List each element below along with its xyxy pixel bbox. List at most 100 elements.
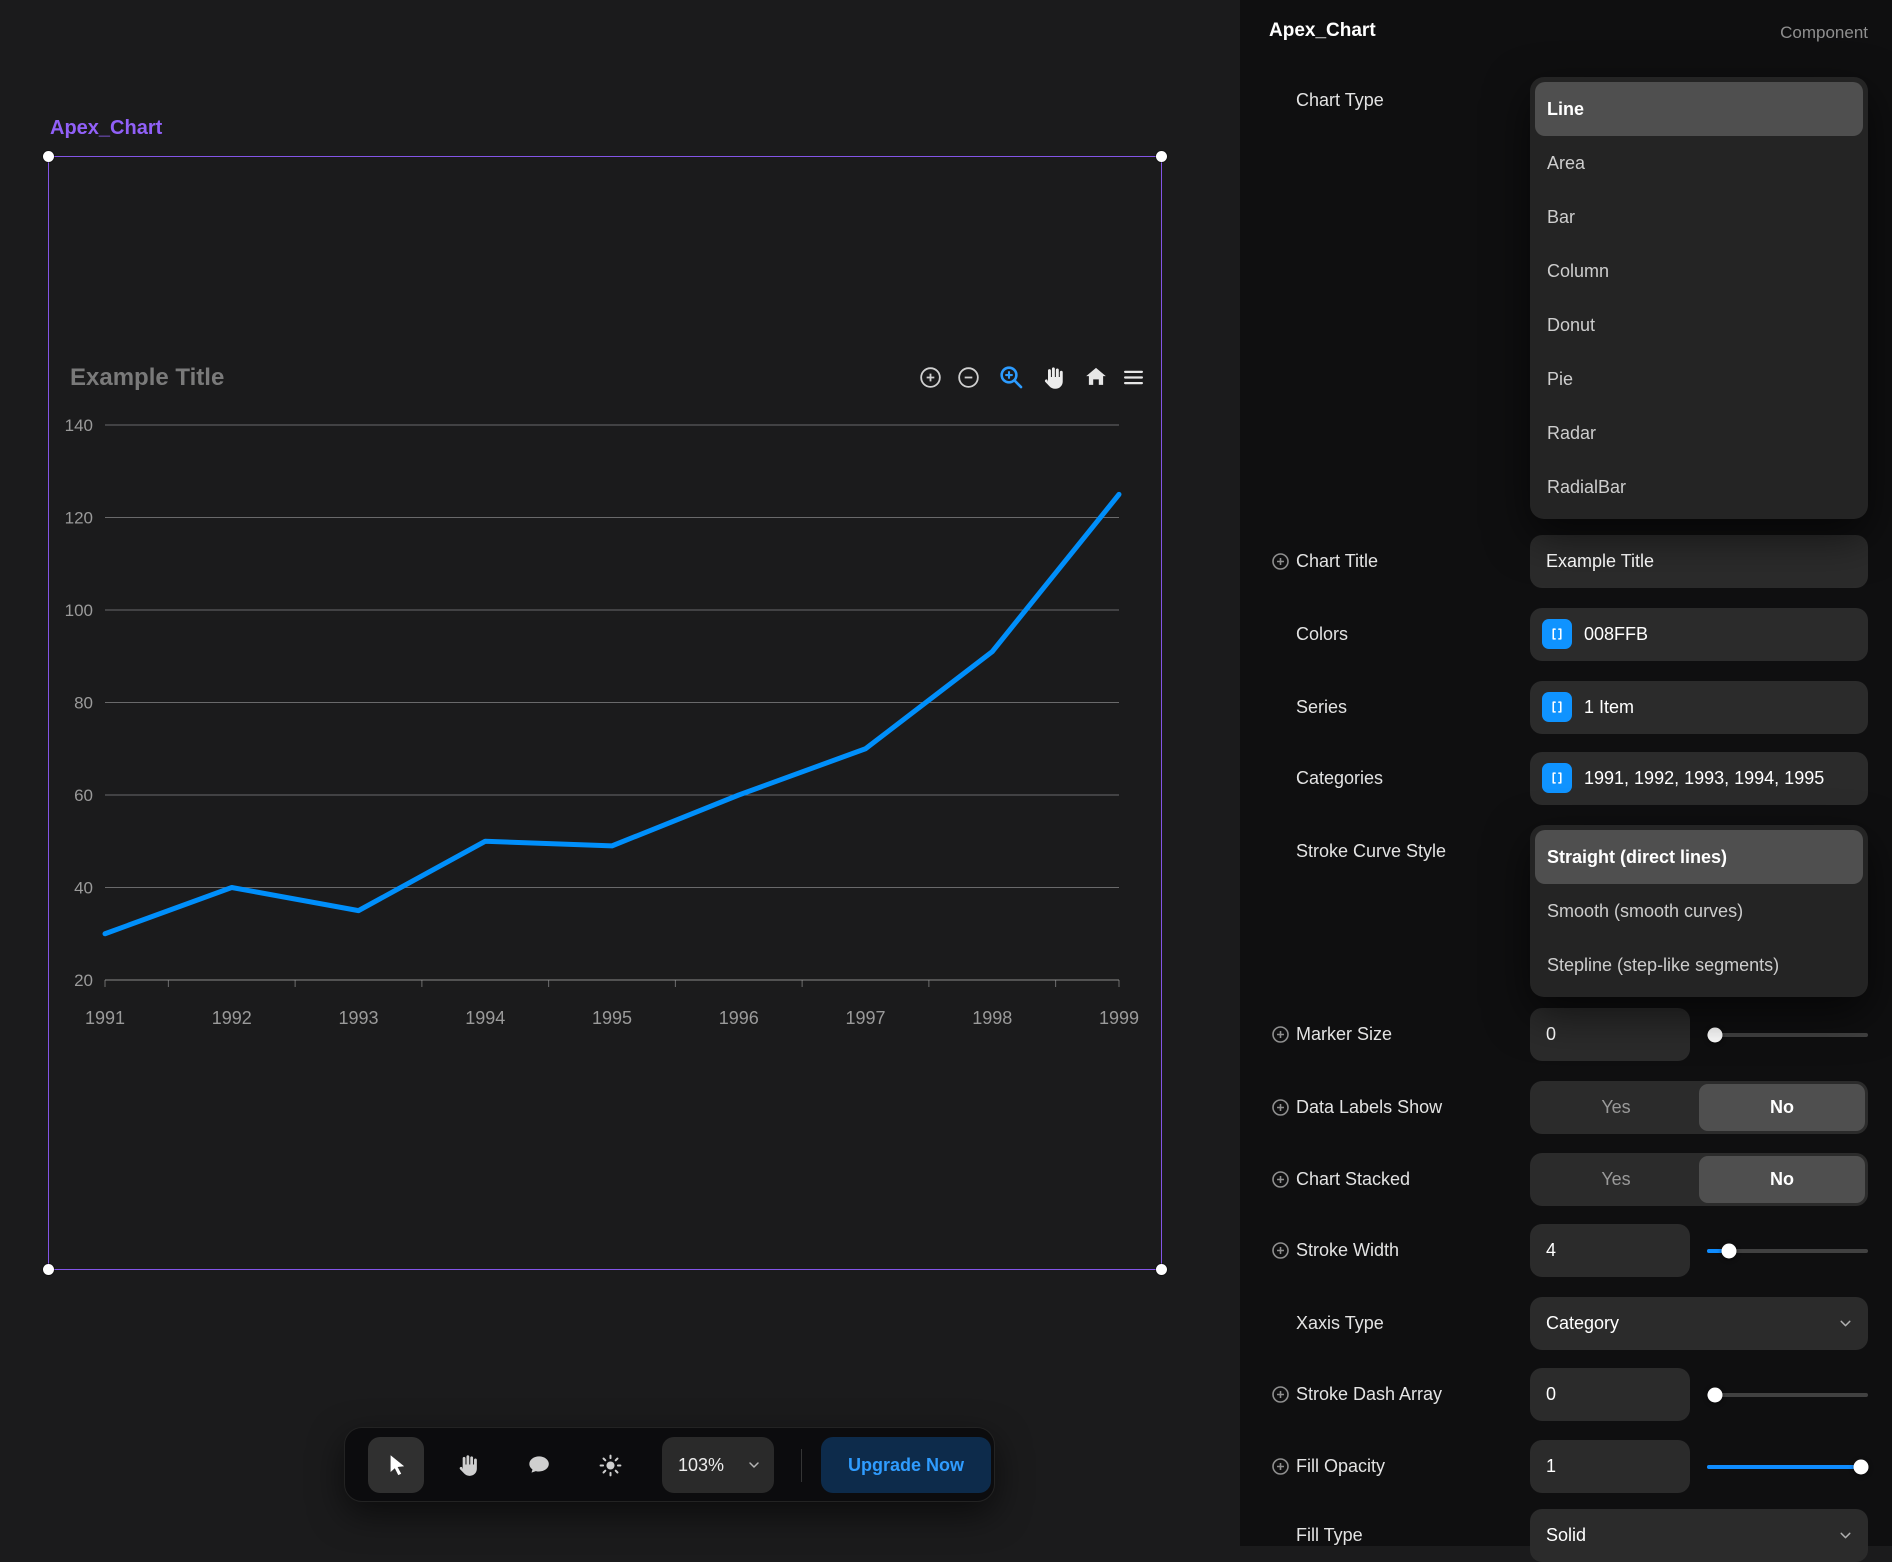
stroke-width-input[interactable]: 4	[1530, 1224, 1690, 1277]
colors-array-control[interactable]: 008FFB	[1530, 608, 1868, 661]
xaxis-type-row: Xaxis Type Category	[1240, 1297, 1892, 1350]
array-icon	[1542, 763, 1572, 793]
apex-chart-component-frame[interactable]: 1401201008060402019911992199319941995199…	[48, 156, 1162, 1270]
slider-track[interactable]	[1707, 1393, 1868, 1397]
add-override-icon[interactable]	[1271, 1098, 1290, 1117]
series-label: Series	[1296, 681, 1347, 734]
y-axis-label: 40	[74, 879, 93, 898]
fill-opacity-input[interactable]: 1	[1530, 1440, 1690, 1493]
chart-type-option[interactable]: Line	[1535, 82, 1863, 136]
stroke-curve-option[interactable]: Smooth (smooth curves)	[1535, 884, 1863, 938]
stroke-curve-option[interactable]: Straight (direct lines)	[1535, 830, 1863, 884]
add-override-icon[interactable]	[1271, 1241, 1290, 1260]
y-axis-label: 140	[65, 416, 93, 435]
y-axis-label: 60	[74, 786, 93, 805]
add-override-icon[interactable]	[1271, 1025, 1290, 1044]
stroke-dash-array-input[interactable]: 0	[1530, 1368, 1690, 1421]
resize-handle-bottom-right[interactable]	[1156, 1264, 1167, 1275]
stroke-curve-label: Stroke Curve Style	[1296, 825, 1446, 878]
resize-handle-top-right[interactable]	[1156, 151, 1167, 162]
resize-handle-bottom-left[interactable]	[43, 1264, 54, 1275]
categories-label: Categories	[1296, 752, 1383, 805]
zoom-out-icon[interactable]	[953, 362, 983, 392]
xaxis-type-dropdown[interactable]: Category	[1530, 1297, 1868, 1350]
fill-opacity-slider[interactable]	[1707, 1440, 1868, 1493]
add-override-icon[interactable]	[1271, 1170, 1290, 1189]
chart-type-option[interactable]: Bar	[1535, 190, 1863, 244]
zoom-in-icon[interactable]	[915, 362, 945, 392]
hand-tool-button[interactable]	[445, 1443, 489, 1487]
chart-type-option[interactable]: Pie	[1535, 352, 1863, 406]
y-axis-label: 80	[74, 694, 93, 713]
toggle-option-yes[interactable]: Yes	[1533, 1084, 1699, 1131]
pan-icon[interactable]	[1037, 362, 1067, 392]
x-axis-label: 1996	[719, 1008, 759, 1028]
chart-title-input[interactable]: Example Title	[1530, 535, 1868, 588]
y-axis-label: 100	[65, 601, 93, 620]
chevron-down-icon	[746, 1457, 762, 1478]
resize-handle-top-left[interactable]	[43, 151, 54, 162]
x-axis-label: 1992	[212, 1008, 252, 1028]
data-labels-show-toggle: Yes No	[1530, 1081, 1868, 1134]
chart-stacked-row: Chart Stacked Yes No	[1240, 1153, 1892, 1206]
selection-zoom-icon[interactable]	[996, 362, 1026, 392]
stroke-dash-array-label: Stroke Dash Array	[1296, 1368, 1442, 1421]
theme-tool-button[interactable]	[588, 1443, 632, 1487]
categories-array-control[interactable]: 1991, 1992, 1993, 1994, 1995	[1530, 752, 1868, 805]
fill-opacity-label: Fill Opacity	[1296, 1440, 1385, 1493]
chart-stacked-label: Chart Stacked	[1296, 1153, 1410, 1206]
stroke-width-row: Stroke Width 4	[1240, 1224, 1892, 1277]
xaxis-type-label: Xaxis Type	[1296, 1297, 1384, 1350]
zoom-level-value: 103%	[678, 1437, 724, 1493]
x-axis-label: 1998	[972, 1008, 1012, 1028]
fill-opacity-value: 1	[1546, 1440, 1678, 1493]
stroke-width-value: 4	[1546, 1224, 1678, 1277]
stroke-dash-array-value: 0	[1546, 1368, 1678, 1421]
array-icon	[1542, 692, 1572, 722]
series-array-control[interactable]: 1 Item	[1530, 681, 1868, 734]
chart-type-option[interactable]: Donut	[1535, 298, 1863, 352]
slider-thumb[interactable]	[1853, 1459, 1868, 1474]
chart-type-option[interactable]: Radar	[1535, 406, 1863, 460]
menu-icon[interactable]	[1118, 362, 1148, 392]
marker-size-slider[interactable]	[1707, 1008, 1868, 1061]
fill-type-value: Solid	[1546, 1509, 1856, 1562]
colors-label: Colors	[1296, 608, 1348, 661]
selection-label[interactable]: Apex_Chart	[50, 117, 162, 140]
add-override-icon[interactable]	[1271, 552, 1290, 571]
slider-thumb[interactable]	[1707, 1387, 1722, 1402]
slider-track[interactable]	[1707, 1033, 1868, 1037]
marker-size-input[interactable]: 0	[1530, 1008, 1690, 1061]
stroke-curve-popup: Straight (direct lines)Smooth (smooth cu…	[1530, 825, 1868, 997]
design-canvas[interactable]: Apex_Chart 14012010080604020199119921993…	[0, 0, 1240, 1546]
stroke-width-slider[interactable]	[1707, 1224, 1868, 1277]
chart-type-option[interactable]: Area	[1535, 136, 1863, 190]
component-badge: Component	[1780, 23, 1868, 43]
toggle-option-no[interactable]: No	[1699, 1084, 1865, 1131]
toggle-option-yes[interactable]: Yes	[1533, 1156, 1699, 1203]
toggle-option-no[interactable]: No	[1699, 1156, 1865, 1203]
zoom-level-control[interactable]: 103%	[662, 1437, 774, 1493]
add-override-icon[interactable]	[1271, 1385, 1290, 1404]
home-icon[interactable]	[1081, 362, 1111, 392]
upgrade-now-button[interactable]: Upgrade Now	[821, 1437, 991, 1493]
data-labels-show-row: Data Labels Show Yes No	[1240, 1081, 1892, 1134]
slider-thumb[interactable]	[1722, 1243, 1737, 1258]
colors-row: Colors 008FFB	[1240, 608, 1892, 661]
comment-tool-icon	[525, 1452, 551, 1478]
select-tool-button[interactable]	[368, 1437, 424, 1493]
stroke-dash-array-slider[interactable]	[1707, 1368, 1868, 1421]
x-axis-label: 1997	[845, 1008, 885, 1028]
chart-type-option[interactable]: RadialBar	[1535, 460, 1863, 514]
stroke-curve-option[interactable]: Stepline (step-like segments)	[1535, 938, 1863, 992]
x-axis-label: 1994	[465, 1008, 505, 1028]
marker-size-label: Marker Size	[1296, 1008, 1392, 1061]
colors-value: 008FFB	[1584, 608, 1860, 661]
chart-title-label: Chart Title	[1296, 535, 1378, 588]
chart-series-line	[105, 494, 1119, 933]
comment-tool-button[interactable]	[516, 1443, 560, 1487]
fill-type-dropdown[interactable]: Solid	[1530, 1509, 1868, 1562]
add-override-icon[interactable]	[1271, 1457, 1290, 1476]
chart-type-option[interactable]: Column	[1535, 244, 1863, 298]
slider-thumb[interactable]	[1707, 1027, 1722, 1042]
